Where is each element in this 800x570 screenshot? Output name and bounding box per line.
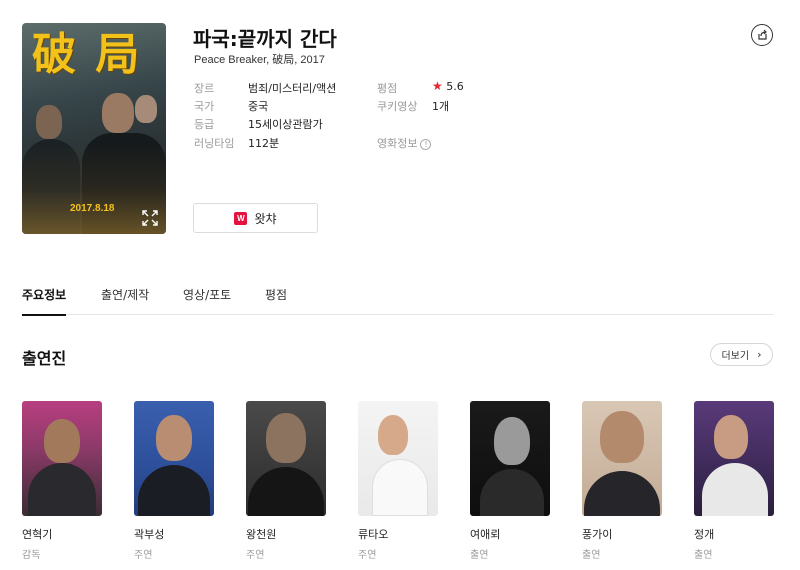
- cast-photo-head: [494, 417, 530, 465]
- expand-icon[interactable]: [142, 210, 158, 226]
- movieinfo-label-text: 영화정보: [377, 137, 418, 150]
- tab-bar: 주요정보 출연/제작 영상/포토 평점: [22, 282, 773, 316]
- cast-name[interactable]: 정개: [694, 526, 774, 542]
- cast-photo-head: [714, 415, 748, 459]
- tab-reviews[interactable]: 평점: [265, 286, 287, 314]
- cast-role: 출연: [470, 550, 489, 561]
- cast-photo-body: [372, 459, 428, 516]
- cast-photo-head: [266, 413, 306, 463]
- runtime-label: 러닝타임: [194, 137, 235, 150]
- cast-role: 출연: [582, 550, 601, 561]
- poster-figure: [135, 95, 157, 123]
- cast-role: 주연: [246, 550, 265, 561]
- runtime-value: 112분: [248, 137, 280, 150]
- cast-photo[interactable]: [22, 401, 102, 516]
- cast-role: 출연: [694, 550, 713, 561]
- cast-role: 감독: [22, 550, 41, 561]
- cast-role: 주연: [134, 550, 153, 561]
- rating-value: 15세이상관람가: [248, 118, 323, 131]
- movieinfo-label[interactable]: 영화정보!: [377, 135, 432, 151]
- cast-photo[interactable]: [134, 401, 214, 516]
- poster-figure: [102, 93, 134, 133]
- cast-card[interactable]: 여애뢰 출연: [470, 401, 550, 561]
- movie-subtitle: Peace Breaker, 破局, 2017: [194, 54, 325, 66]
- cast-name[interactable]: 여애뢰: [470, 526, 550, 542]
- info-circle-icon[interactable]: !: [420, 138, 432, 150]
- star-icon: ★: [432, 79, 443, 93]
- cast-photo[interactable]: [358, 401, 438, 516]
- poster-figure: [36, 105, 62, 139]
- score-value: 5.6: [446, 80, 464, 93]
- cast-name[interactable]: 연혁기: [22, 526, 102, 542]
- cast-card[interactable]: 왕천원 주연: [246, 401, 326, 561]
- cast-photo-body: [702, 463, 768, 516]
- watcha-button[interactable]: W 왓챠: [193, 203, 318, 233]
- cast-card[interactable]: 류타오 주연: [358, 401, 438, 561]
- genre-value: 범죄/미스터리/액션: [248, 82, 337, 95]
- cast-photo-head: [156, 415, 192, 461]
- cast-section-title: 출연진: [22, 349, 67, 368]
- cast-card[interactable]: 곽부성 주연: [134, 401, 214, 561]
- tab-video-photo[interactable]: 영상/포토: [183, 286, 231, 314]
- share-icon: [758, 29, 767, 40]
- cast-photo-body: [480, 469, 544, 516]
- cast-card[interactable]: 풍가이 출연: [582, 401, 662, 561]
- share-button[interactable]: [751, 24, 773, 46]
- tab-main-info[interactable]: 주요정보: [22, 286, 67, 316]
- cast-card[interactable]: 정개 출연: [694, 401, 774, 561]
- movie-title: 파국:끝까지 간다: [193, 27, 337, 51]
- country-value: 중국: [248, 100, 269, 113]
- chevron-right-icon: ›: [757, 348, 762, 361]
- score: ★ 5.6: [432, 79, 464, 93]
- cast-card[interactable]: 연혁기 감독: [22, 401, 102, 561]
- more-button[interactable]: 더보기 ›: [710, 343, 773, 366]
- cast-photo-body: [584, 471, 660, 516]
- cast-photo[interactable]: [246, 401, 326, 516]
- cast-photo-head: [378, 415, 408, 455]
- movie-poster[interactable]: 破 局 2017.8.18: [22, 23, 166, 234]
- cookie-value: 1개: [432, 100, 450, 113]
- country-label: 국가: [194, 100, 215, 113]
- cast-photo-head: [600, 411, 644, 463]
- genre-label: 장르: [194, 82, 215, 95]
- poster-title: 破 局: [32, 29, 142, 80]
- cast-photo[interactable]: [470, 401, 550, 516]
- cast-name[interactable]: 류타오: [358, 526, 438, 542]
- cast-photo[interactable]: [694, 401, 774, 516]
- cast-photo-body: [28, 463, 96, 516]
- more-label: 더보기: [721, 351, 750, 362]
- cast-name[interactable]: 왕천원: [246, 526, 326, 542]
- cast-photo-body: [248, 467, 324, 516]
- cast-name[interactable]: 풍가이: [582, 526, 662, 542]
- watcha-label: 왓챠: [254, 211, 277, 226]
- cast-photo-body: [138, 465, 210, 516]
- poster-date: 2017.8.18: [70, 203, 115, 214]
- cast-photo-head: [44, 419, 80, 463]
- rating-label: 등급: [194, 118, 215, 131]
- score-label: 평점: [377, 82, 398, 95]
- tab-cast-crew[interactable]: 출연/제작: [101, 286, 149, 314]
- cast-photo[interactable]: [582, 401, 662, 516]
- watcha-logo-icon: W: [234, 211, 248, 225]
- cast-role: 주연: [358, 550, 377, 561]
- cookie-label: 쿠키영상: [377, 100, 418, 113]
- cast-name[interactable]: 곽부성: [134, 526, 214, 542]
